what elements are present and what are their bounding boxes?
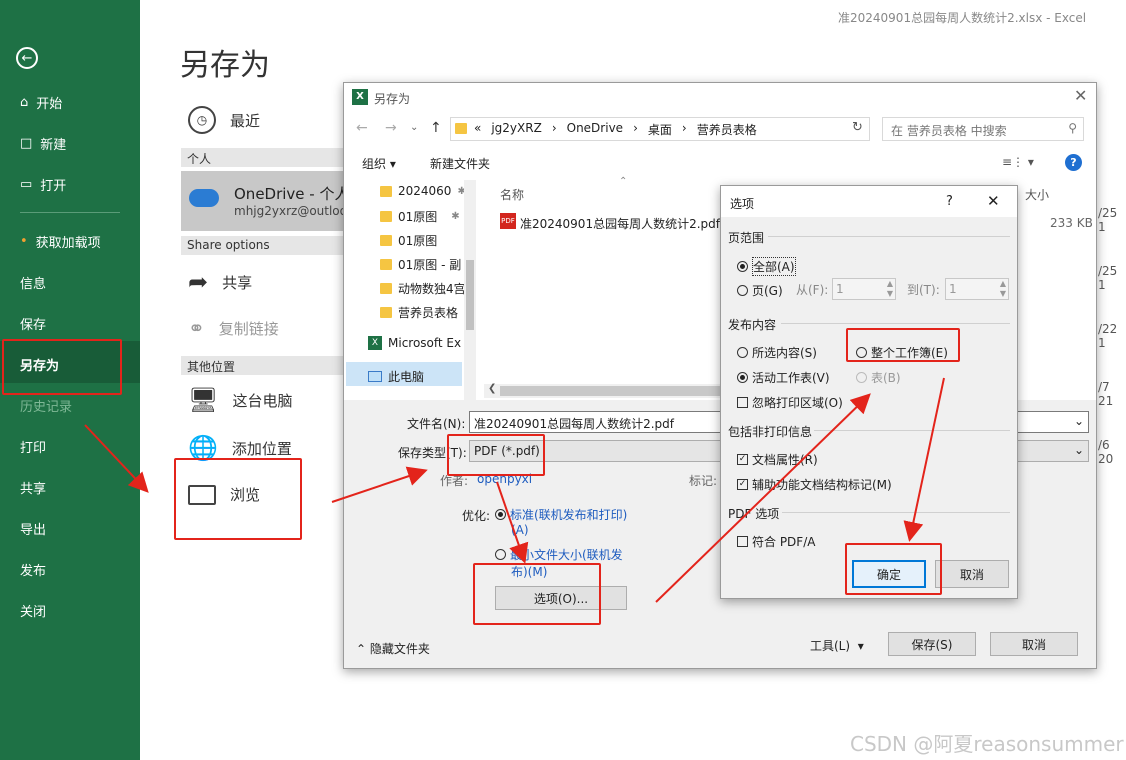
annotation-arrows	[84, 377, 945, 603]
arrow-5	[903, 377, 945, 542]
watermark: CSDN @阿夏reasonsummer	[850, 732, 1124, 756]
arrow-2	[331, 466, 428, 503]
arrow-4	[655, 393, 871, 603]
arrow-1	[84, 424, 149, 493]
arrow-3	[496, 481, 529, 564]
